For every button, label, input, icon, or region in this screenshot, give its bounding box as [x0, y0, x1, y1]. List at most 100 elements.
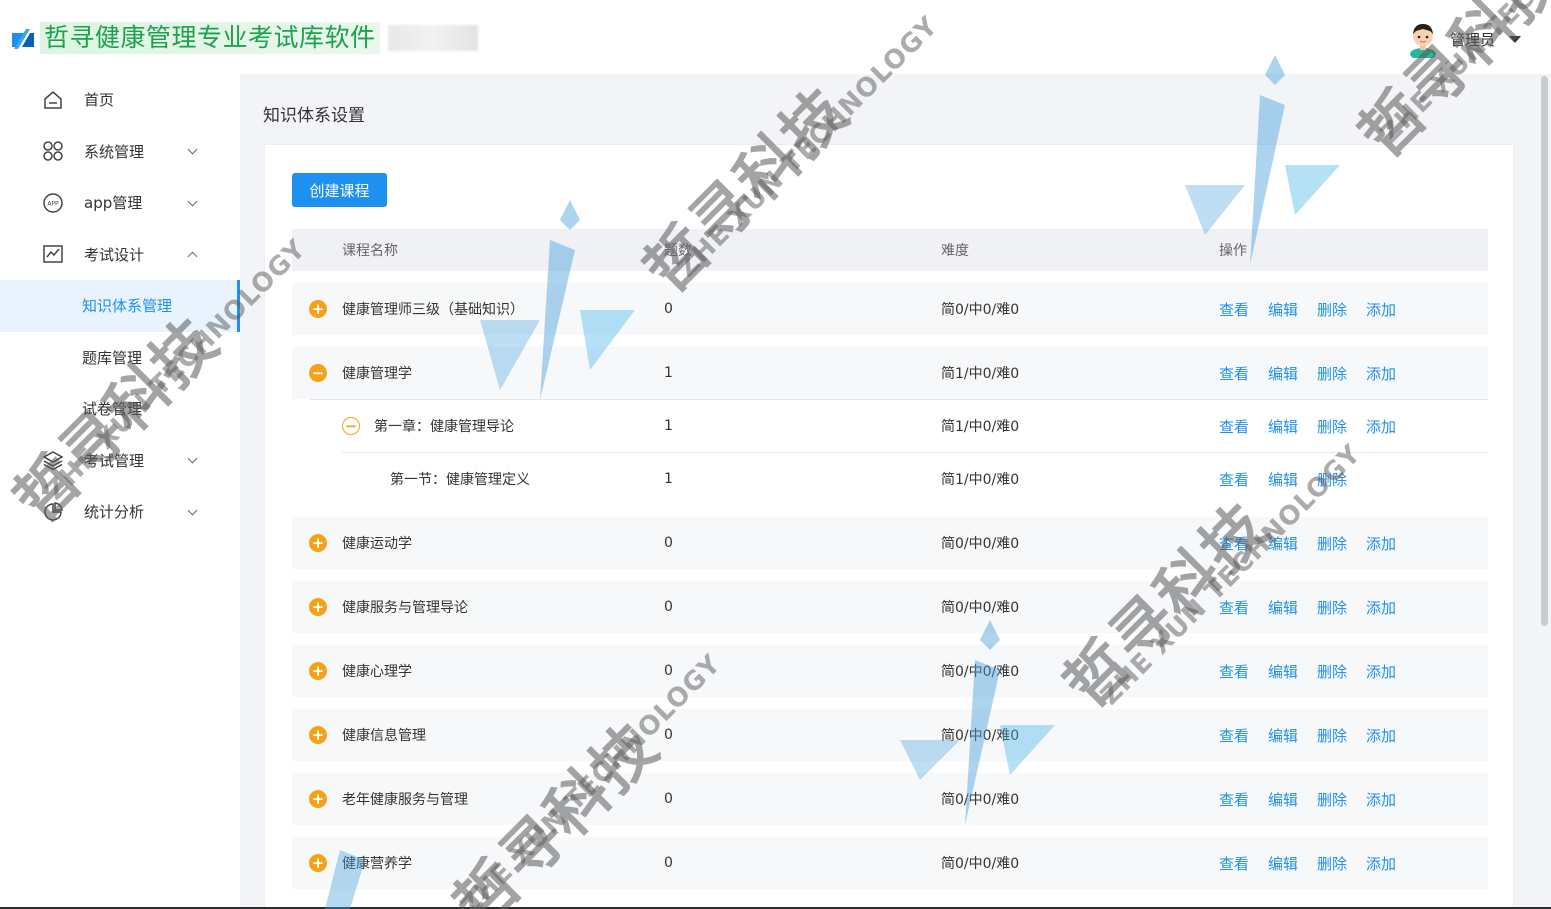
view-link[interactable]: 查看: [1219, 661, 1249, 682]
delete-link[interactable]: 删除: [1317, 725, 1347, 746]
chevron-up-icon: [187, 251, 198, 262]
view-link[interactable]: 查看: [1219, 789, 1249, 810]
user-menu[interactable]: 管理员: [1406, 20, 1521, 58]
table-row-section: 第一节：健康管理定义 1 简1/中0/难0 查看 编辑 删除: [342, 452, 1488, 505]
logo: 哲寻健康管理专业考试库软件: [10, 22, 478, 54]
chapter-name: 第一章：健康管理导论: [374, 419, 514, 435]
view-link[interactable]: 查看: [1219, 725, 1249, 746]
view-link[interactable]: 查看: [1219, 597, 1249, 618]
expand-icon[interactable]: +: [309, 662, 327, 680]
expand-icon[interactable]: +: [309, 534, 327, 552]
column-header-actions: 操作: [1219, 243, 1247, 259]
layers-icon: [42, 449, 64, 471]
course-name: 健康管理学: [342, 366, 412, 382]
difficulty: 简0/中0/难0: [941, 664, 1020, 680]
table-row: + 健康营养学 0 简0/中0/难0 查看 编辑 删除 添加: [292, 837, 1488, 889]
edit-link[interactable]: 编辑: [1268, 725, 1298, 746]
edit-link[interactable]: 编辑: [1268, 853, 1298, 874]
add-link[interactable]: 添加: [1366, 725, 1396, 746]
delete-link[interactable]: 删除: [1317, 853, 1347, 874]
collapse-icon[interactable]: −: [309, 364, 327, 382]
edit-link[interactable]: 编辑: [1268, 533, 1298, 554]
expand-icon[interactable]: +: [309, 790, 327, 808]
add-link[interactable]: 添加: [1366, 416, 1396, 437]
content-card: 创建课程 课程名称 题数 难度 操作 + 健康管理师三级（基础知识） 0 简0/…: [264, 144, 1514, 909]
view-link[interactable]: 查看: [1219, 363, 1249, 384]
delete-link[interactable]: 删除: [1317, 597, 1347, 618]
edit-link[interactable]: 编辑: [1268, 597, 1298, 618]
sidebar: 首页 系统管理 APP app管理 考试设计 知识体系管理 题库管理 试卷管理 …: [0, 74, 240, 909]
difficulty: 简0/中0/难0: [941, 856, 1020, 872]
sidebar-item-system[interactable]: 系统管理: [0, 126, 240, 178]
delete-link[interactable]: 删除: [1317, 533, 1347, 554]
add-link[interactable]: 添加: [1366, 363, 1396, 384]
add-link[interactable]: 添加: [1366, 299, 1396, 320]
difficulty: 简0/中0/难0: [941, 302, 1020, 318]
view-link[interactable]: 查看: [1219, 416, 1249, 437]
delete-link[interactable]: 删除: [1317, 469, 1347, 490]
avatar-icon: [1409, 24, 1436, 58]
column-header-name: 课程名称: [342, 243, 398, 259]
difficulty: 简1/中0/难0: [941, 472, 1020, 488]
sidebar-subitem-papers[interactable]: 试卷管理: [0, 383, 240, 435]
delete-link[interactable]: 删除: [1317, 363, 1347, 384]
row-actions: 查看 编辑 删除 添加: [1219, 709, 1415, 761]
edit-link[interactable]: 编辑: [1268, 299, 1298, 320]
expand-icon[interactable]: +: [309, 598, 327, 616]
add-link[interactable]: 添加: [1366, 853, 1396, 874]
sidebar-subitem-label: 试卷管理: [82, 400, 143, 419]
sidebar-item-home[interactable]: 首页: [0, 74, 240, 126]
difficulty: 简1/中0/难0: [941, 419, 1020, 435]
view-link[interactable]: 查看: [1219, 469, 1249, 490]
question-count: 0: [664, 599, 673, 615]
delete-link[interactable]: 删除: [1317, 661, 1347, 682]
edit-link[interactable]: 编辑: [1268, 363, 1298, 384]
scrollbar-thumb[interactable]: [1541, 76, 1548, 626]
view-link[interactable]: 查看: [1219, 533, 1249, 554]
caret-down-icon: [1509, 35, 1521, 43]
delete-link[interactable]: 删除: [1317, 299, 1347, 320]
row-actions: 查看 编辑 删除 添加: [1219, 347, 1415, 399]
view-link[interactable]: 查看: [1219, 853, 1249, 874]
vertical-scrollbar[interactable]: [1538, 74, 1551, 909]
sidebar-item-statistics[interactable]: 统计分析: [0, 486, 240, 538]
delete-link[interactable]: 删除: [1317, 789, 1347, 810]
chevron-down-icon: [187, 196, 198, 207]
add-link[interactable]: 添加: [1366, 789, 1396, 810]
sidebar-item-label: app管理: [84, 194, 143, 213]
edit-link[interactable]: 编辑: [1268, 469, 1298, 490]
chevron-down-icon: [187, 144, 198, 155]
question-count: 1: [664, 365, 673, 381]
main-content: 知识体系设置 创建课程 课程名称 题数 难度 操作 + 健康管理师三级（基础知识…: [240, 74, 1538, 909]
add-link[interactable]: 添加: [1366, 661, 1396, 682]
create-course-button[interactable]: 创建课程: [292, 173, 387, 207]
column-header-difficulty: 难度: [941, 243, 969, 259]
add-link[interactable]: 添加: [1366, 533, 1396, 554]
sidebar-item-exam-manage[interactable]: 考试管理: [0, 435, 240, 487]
question-count: 0: [664, 727, 673, 743]
table-row-chapter: − 第一章：健康管理导论 1 简1/中0/难0 查看 编辑 删除 添加: [310, 399, 1488, 452]
add-link[interactable]: 添加: [1366, 597, 1396, 618]
view-link[interactable]: 查看: [1219, 299, 1249, 320]
pie-icon: [42, 501, 64, 523]
course-name: 老年健康服务与管理: [342, 792, 468, 808]
row-actions: 查看 编辑 删除 添加: [1219, 517, 1415, 569]
sidebar-subitem-knowledge[interactable]: 知识体系管理: [0, 280, 240, 332]
edit-link[interactable]: 编辑: [1268, 789, 1298, 810]
row-actions: 查看 编辑 删除 添加: [1219, 837, 1415, 889]
sidebar-item-app[interactable]: APP app管理: [0, 177, 240, 229]
delete-link[interactable]: 删除: [1317, 416, 1347, 437]
edit-link[interactable]: 编辑: [1268, 661, 1298, 682]
logo-icon: [12, 29, 34, 49]
expand-icon[interactable]: +: [309, 854, 327, 872]
expand-icon[interactable]: +: [309, 300, 327, 318]
sidebar-subitem-question-bank[interactable]: 题库管理: [0, 332, 240, 384]
expand-icon[interactable]: +: [309, 726, 327, 744]
collapse-icon[interactable]: −: [342, 417, 360, 435]
row-actions: 查看 编辑 删除 添加: [1219, 581, 1415, 633]
edit-link[interactable]: 编辑: [1268, 416, 1298, 437]
table-header: 课程名称 题数 难度 操作: [292, 229, 1488, 271]
sidebar-item-exam-design[interactable]: 考试设计: [0, 229, 240, 281]
difficulty: 简1/中0/难0: [941, 366, 1020, 382]
table-row: + 健康心理学 0 简0/中0/难0 查看 编辑 删除 添加: [292, 645, 1488, 697]
